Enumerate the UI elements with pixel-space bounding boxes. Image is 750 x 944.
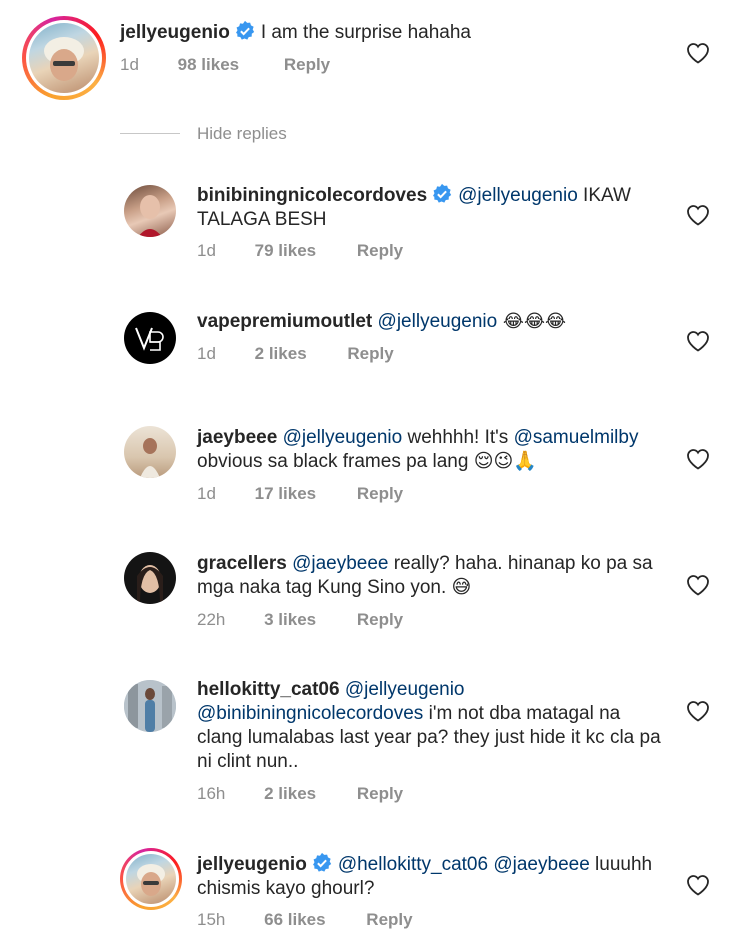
heart-icon[interactable] xyxy=(686,448,710,470)
comment-username[interactable]: jellyeugenio xyxy=(197,854,307,875)
verified-badge-icon xyxy=(312,852,331,872)
heart-icon[interactable] xyxy=(686,874,710,896)
comment-mention[interactable]: @jaeybeee xyxy=(292,553,388,574)
comment-likes[interactable]: 17 likes xyxy=(255,484,316,504)
comment-likes[interactable]: 2 likes xyxy=(255,344,307,364)
comment-text: wehhhh! It's xyxy=(402,427,514,448)
nicole-avatar[interactable] xyxy=(124,185,176,237)
reply-button[interactable]: Reply xyxy=(347,344,393,364)
comment-time: 1d xyxy=(197,484,216,503)
comment-time: 1d xyxy=(120,55,139,74)
comment-likes[interactable]: 66 likes xyxy=(264,910,325,930)
hellokitty-avatar[interactable] xyxy=(124,680,176,732)
hide-replies-button[interactable]: Hide replies xyxy=(197,124,287,144)
comment-text: 😂😂😂 xyxy=(497,311,567,332)
jaey-avatar[interactable] xyxy=(124,426,176,478)
comment-time: 22h xyxy=(197,610,226,629)
grace-avatar[interactable] xyxy=(124,552,176,604)
comment-username[interactable]: vapepremiumoutlet xyxy=(197,311,372,332)
comment-mention[interactable]: @jaeybeee xyxy=(493,854,589,875)
comment-username[interactable]: gracellers xyxy=(197,553,287,574)
vape-avatar[interactable] xyxy=(124,312,176,364)
comment-likes[interactable]: 98 likes xyxy=(178,55,239,75)
reply-button[interactable]: Reply xyxy=(357,610,403,630)
reply-button[interactable]: Reply xyxy=(357,484,403,504)
reply-button[interactable]: Reply xyxy=(357,241,403,261)
reply-button[interactable]: Reply xyxy=(284,55,330,75)
comment-username[interactable]: jellyeugenio xyxy=(120,22,230,43)
comment-username[interactable]: jaeybeee xyxy=(197,427,277,448)
comment-mention[interactable]: @hellokitty_cat06 xyxy=(338,854,488,875)
comment-mention[interactable]: @jellyeugenio xyxy=(378,311,498,332)
verified-badge-icon xyxy=(433,183,452,203)
comment-mention[interactable]: @samuelmilby xyxy=(514,427,639,448)
hide-replies-line xyxy=(120,133,180,134)
comment-time: 1d xyxy=(197,344,216,363)
comment-time: 1d xyxy=(197,241,216,260)
comment-mention[interactable]: @binibiningnicolecordoves xyxy=(197,703,423,724)
jelly-avatar[interactable] xyxy=(120,848,182,910)
comment-mention[interactable]: @jellyeugenio xyxy=(283,427,403,448)
reply-button[interactable]: Reply xyxy=(366,910,412,930)
comment-likes[interactable]: 2 likes xyxy=(264,784,316,804)
heart-icon[interactable] xyxy=(686,700,710,722)
comment-likes[interactable]: 79 likes xyxy=(255,241,316,261)
comment-username[interactable]: hellokitty_cat06 xyxy=(197,679,340,700)
comment-likes[interactable]: 3 likes xyxy=(264,610,316,630)
comment-time: 15h xyxy=(197,910,226,929)
verified-badge-icon xyxy=(235,20,254,40)
comment-text: I am the surprise hahaha xyxy=(260,22,471,43)
comment-username[interactable]: binibiningnicolecordoves xyxy=(197,185,427,206)
comment-mention[interactable]: @jellyeugenio xyxy=(458,185,578,206)
heart-icon[interactable] xyxy=(686,204,710,226)
heart-icon[interactable] xyxy=(686,330,710,352)
heart-icon[interactable] xyxy=(686,42,710,64)
comment-time: 16h xyxy=(197,784,226,803)
reply-button[interactable]: Reply xyxy=(357,784,403,804)
jelly-avatar[interactable] xyxy=(22,16,106,100)
heart-icon[interactable] xyxy=(686,574,710,596)
comment-text: obvious sa black frames pa lang 😌😉🙏 xyxy=(197,451,537,472)
comment-mention[interactable]: @jellyeugenio xyxy=(345,679,465,700)
